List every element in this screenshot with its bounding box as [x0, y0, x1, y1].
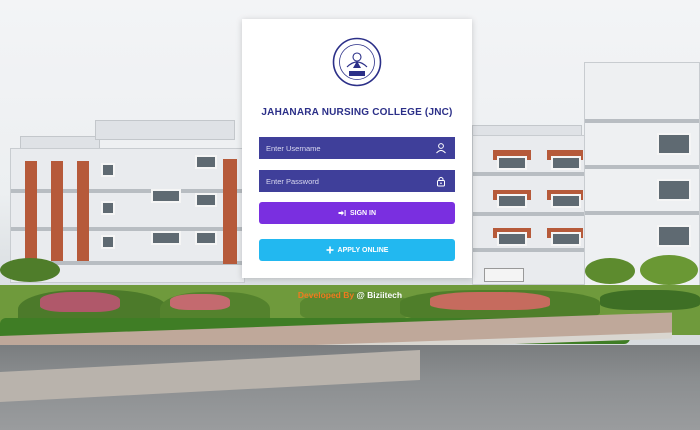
developer-link[interactable]: @ Biziitech — [356, 290, 402, 300]
developer-credit: Developed By @ Biziitech — [0, 290, 700, 300]
apply-online-label: APPLY ONLINE — [337, 246, 389, 254]
left-building-roof-top — [95, 120, 235, 140]
sign-in-label: SIGN IN — [349, 209, 377, 217]
sign-in-icon — [338, 210, 346, 216]
user-icon — [436, 143, 446, 154]
password-input[interactable] — [266, 176, 426, 186]
password-field[interactable] — [259, 170, 455, 192]
tree — [0, 258, 60, 282]
apply-online-button[interactable]: APPLY ONLINE — [259, 239, 455, 261]
palm-tree — [585, 258, 635, 284]
plus-icon — [326, 246, 334, 254]
sign-in-button[interactable]: SIGN IN — [259, 202, 455, 224]
login-card: JAHANARA NURSING COLLEGE (JNC) SIGN IN A… — [242, 19, 472, 278]
college-title: JAHANARA NURSING COLLEGE (JNC) — [261, 107, 453, 118]
developed-by-text: Developed By — [297, 290, 355, 300]
username-input[interactable] — [266, 143, 426, 153]
right-building-wing — [472, 135, 587, 285]
college-seal-icon — [332, 37, 382, 87]
palm-tree — [640, 255, 698, 285]
lock-icon — [437, 176, 445, 187]
building-sign — [484, 268, 524, 282]
username-field[interactable] — [259, 137, 455, 159]
